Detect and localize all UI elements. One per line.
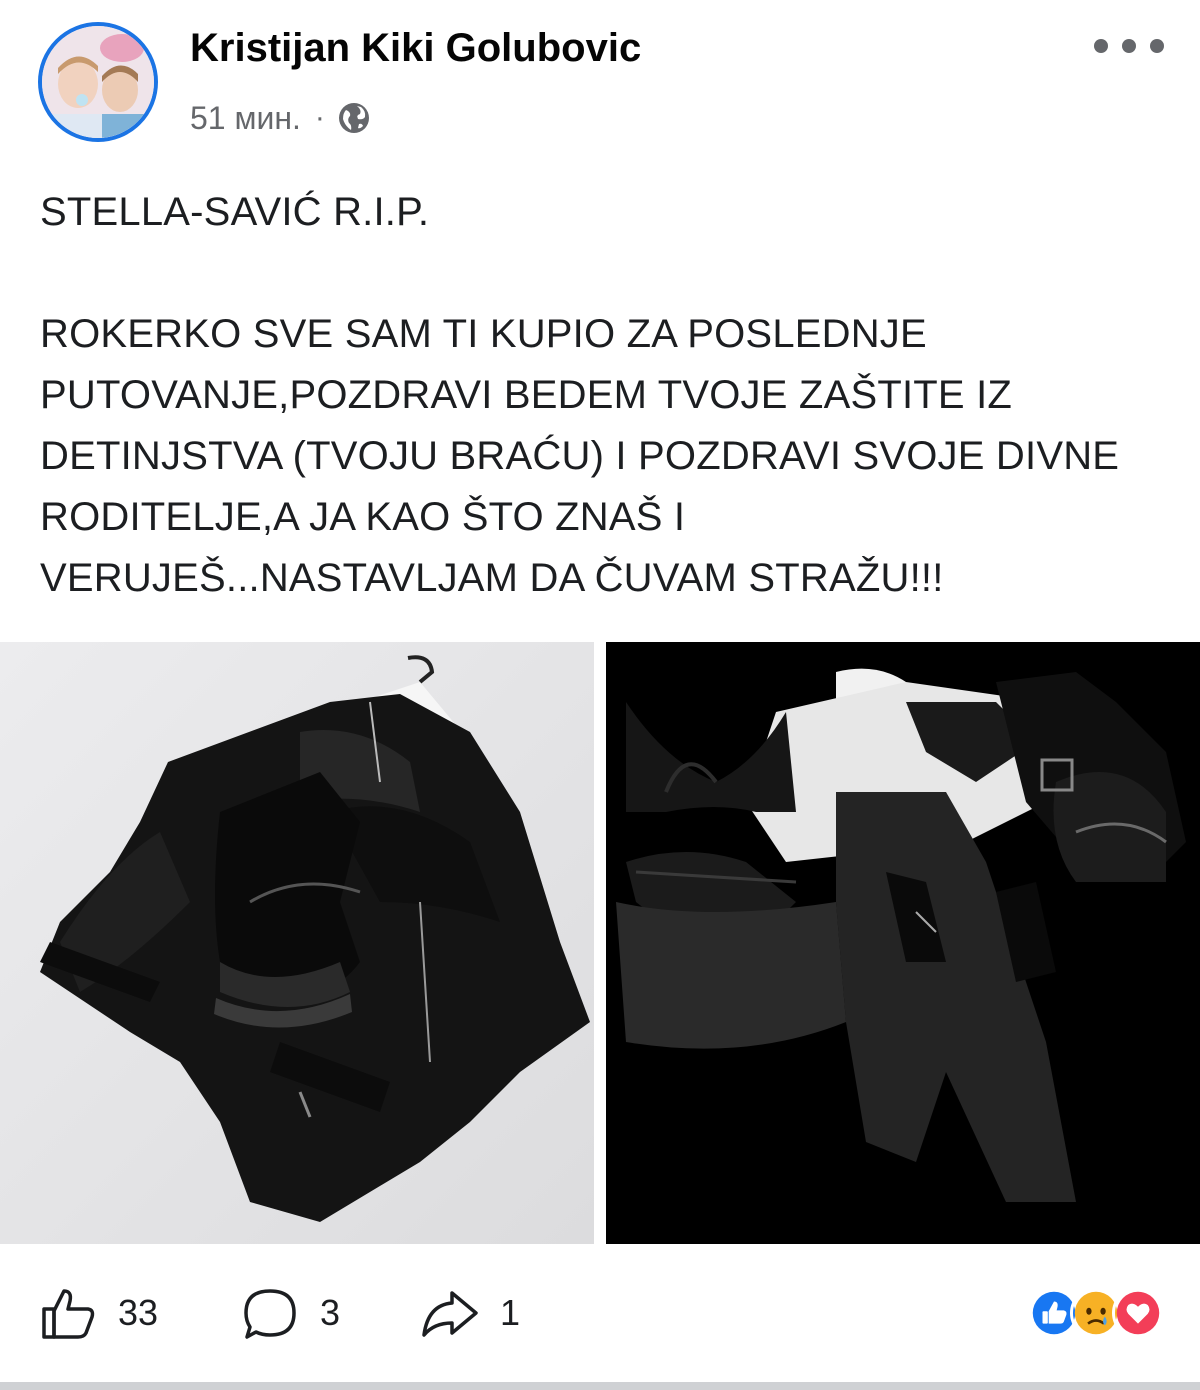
- share-count: 1: [500, 1292, 521, 1333]
- post-actions-bar: 33 3 1: [0, 1258, 1200, 1368]
- post-text: STELLA-SAVIĆ R.I.P. ROKERKO SVE SAM TI K…: [40, 190, 1120, 600]
- photo-clothes-set[interactable]: [606, 642, 1200, 1244]
- like-count: 33: [118, 1292, 159, 1333]
- reactions-summary[interactable]: [1028, 1258, 1164, 1368]
- author-name[interactable]: Kristijan Kiki Golubovic: [190, 26, 641, 71]
- share-arrow-icon: [422, 1291, 478, 1337]
- comment-button[interactable]: 3: [240, 1258, 340, 1368]
- thumbs-up-icon: [42, 1289, 95, 1339]
- share-button[interactable]: 1: [420, 1258, 520, 1368]
- meta-separator: ·: [314, 101, 325, 134]
- comment-count: 3: [320, 1292, 341, 1333]
- author-avatar[interactable]: [38, 22, 158, 142]
- love-reaction-icon: [1112, 1287, 1164, 1339]
- more-dots-icon[interactable]: [1094, 26, 1164, 66]
- feed-divider: [0, 1382, 1200, 1390]
- globe-icon: [338, 103, 369, 133]
- post-timestamp[interactable]: 51 мин.: [190, 100, 301, 137]
- like-button[interactable]: 33: [38, 1258, 158, 1368]
- post-meta: 51 мин. ·: [190, 96, 371, 140]
- photo-jacket-boots[interactable]: [0, 642, 594, 1244]
- post-header: Kristijan Kiki Golubovic 51 мин. ·: [0, 0, 1200, 170]
- comment-bubble-icon: [244, 1289, 296, 1339]
